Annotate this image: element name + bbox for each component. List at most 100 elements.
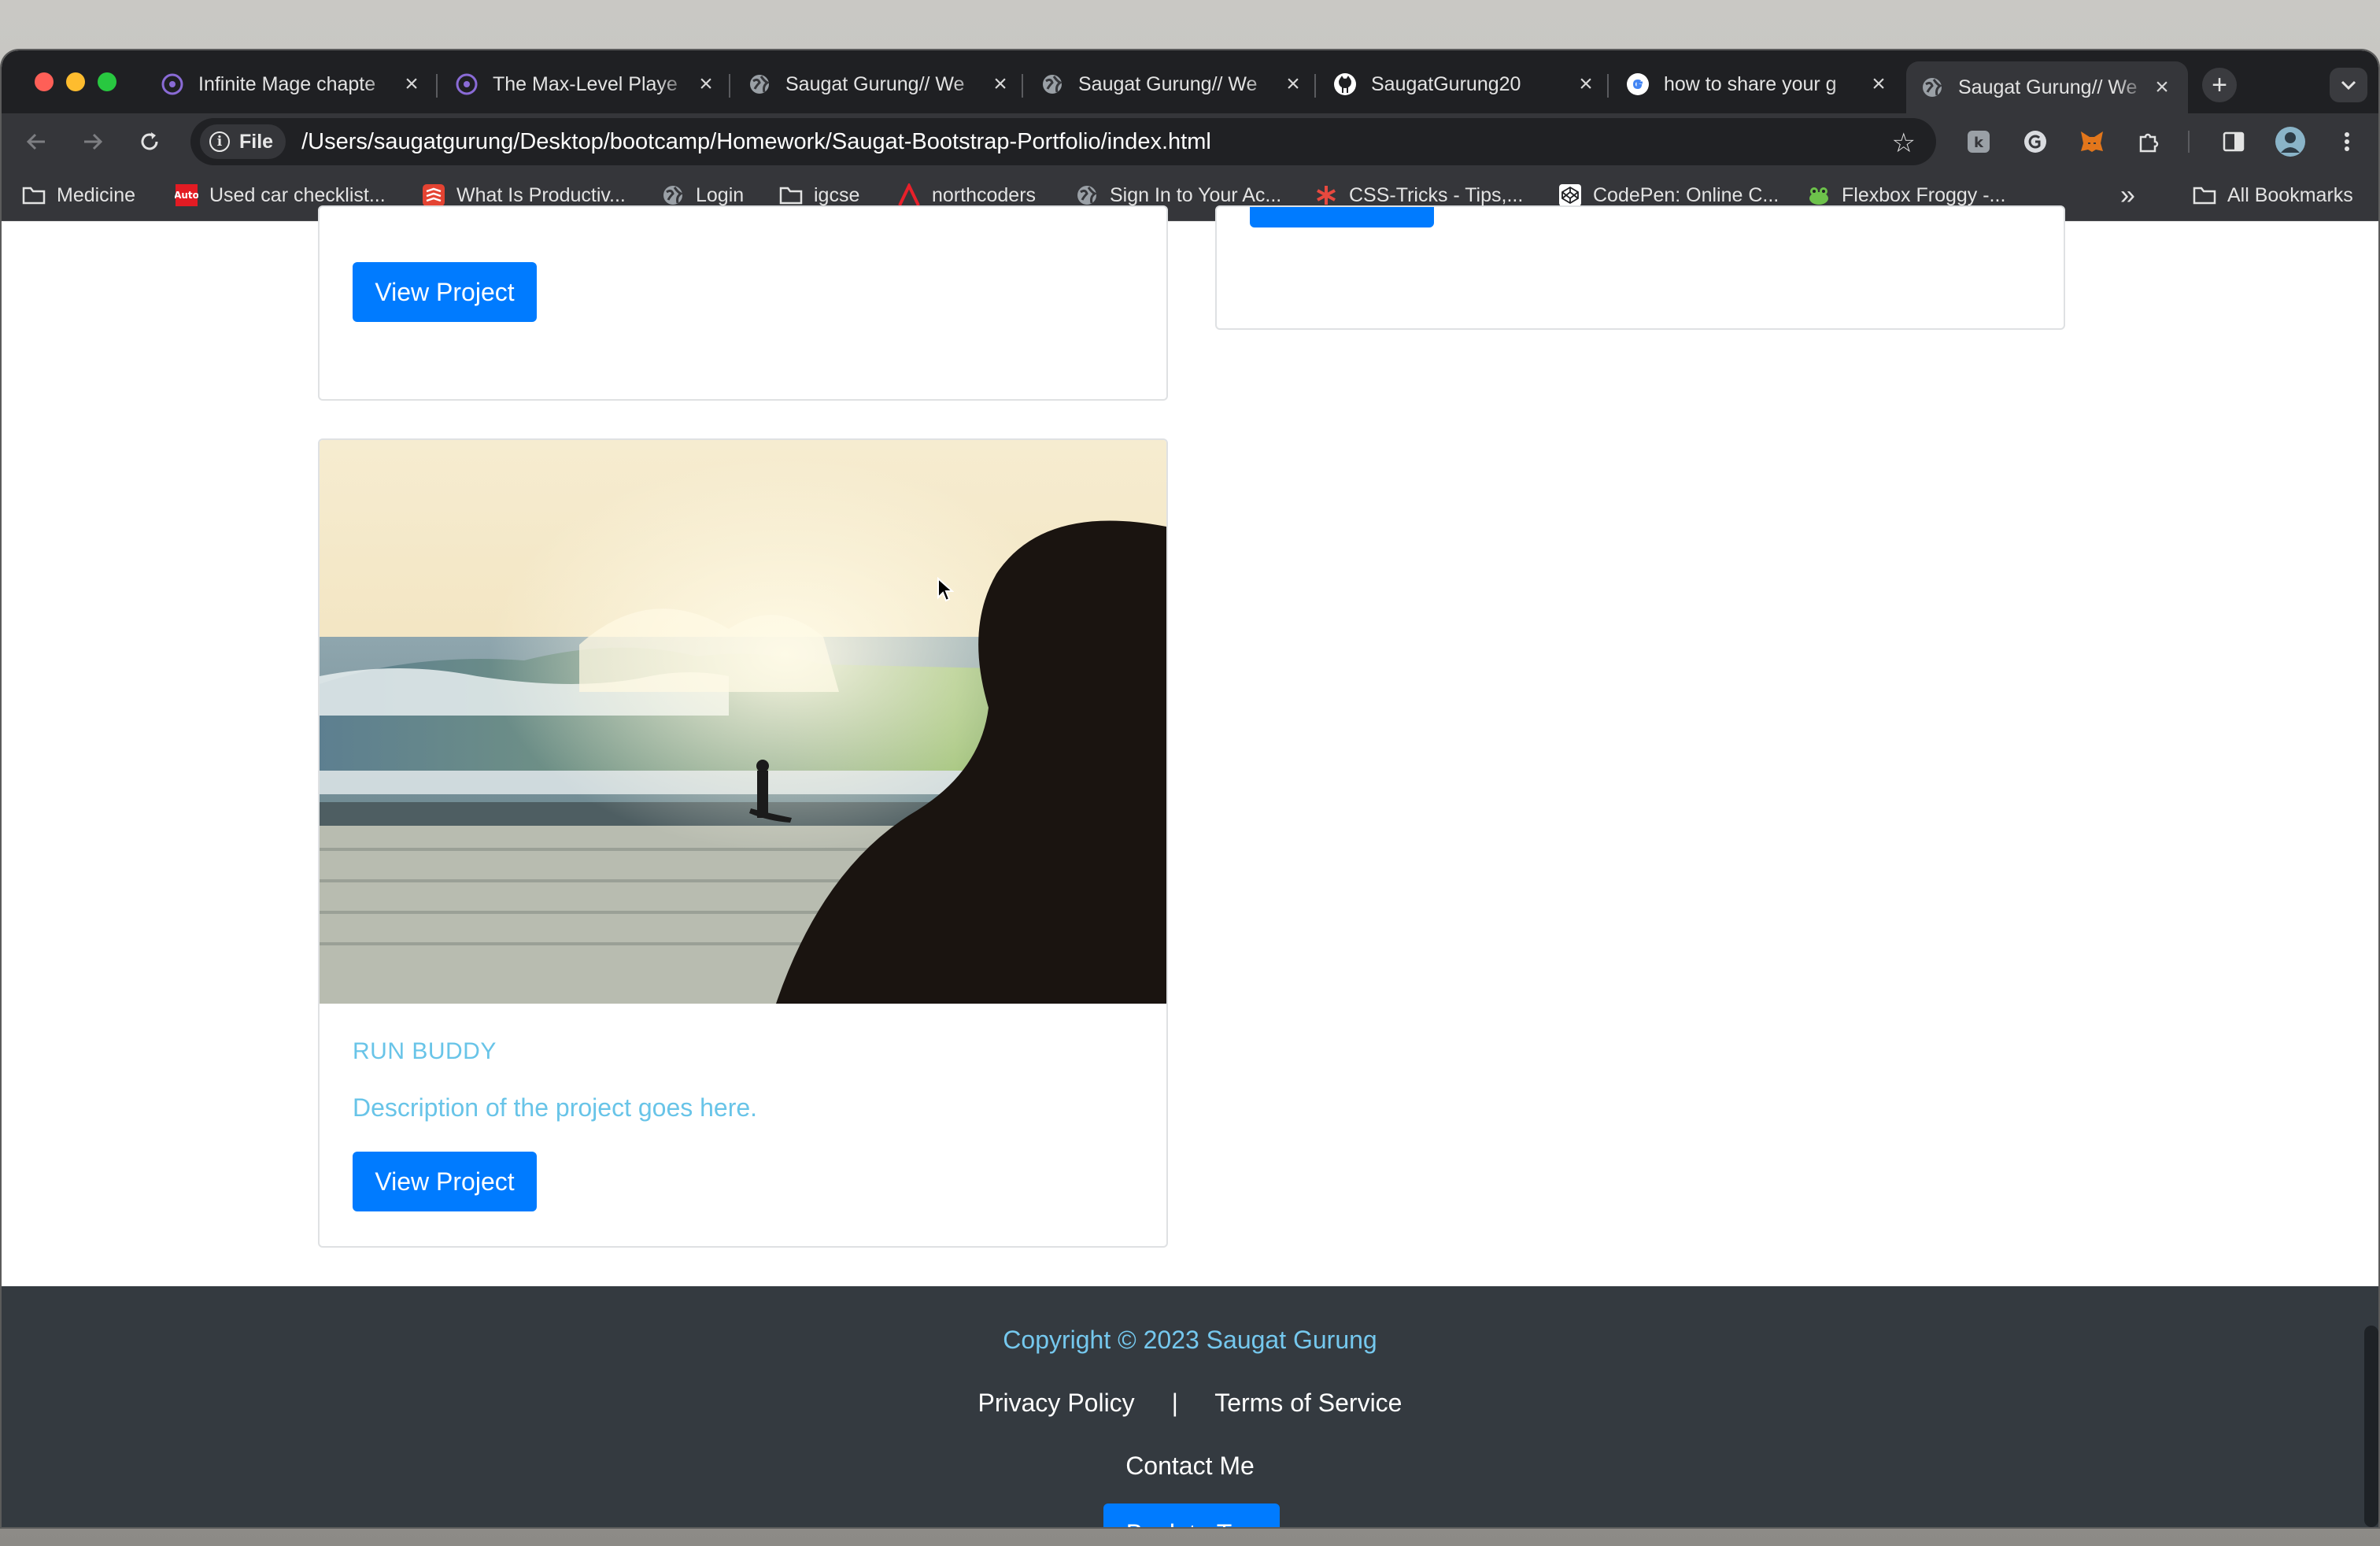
tab-title: SaugatGurung20: [1371, 72, 1521, 95]
bookmark-label: Flexbox Froggy -...: [1842, 183, 2006, 206]
web-page: View Project RUN BUDDY Description of th…: [2, 205, 2378, 1527]
tab-title: Infinite Mage chapte: [198, 72, 376, 95]
tab-divider: [436, 74, 438, 98]
github-icon: [1333, 72, 1357, 96]
browser-toolbar: i File /Users/saugatgurung/Desktop/bootc…: [2, 113, 2378, 170]
close-tab-icon[interactable]: ×: [989, 71, 1012, 98]
tab-saugat-2[interactable]: Saugat Gurung// We ×: [1026, 61, 1319, 107]
google-icon: [1626, 72, 1650, 96]
minimize-window-button[interactable]: [66, 72, 85, 91]
tab-google-search[interactable]: how to share your g ×: [1612, 61, 1905, 107]
tab-title: how to share your g: [1664, 72, 1837, 95]
close-tab-icon[interactable]: ×: [400, 71, 423, 98]
view-project-button-partial[interactable]: [1250, 207, 1434, 227]
bookmark-label: northcoders: [932, 183, 1037, 206]
tab-infinite-mage[interactable]: Infinite Mage chapte ×: [146, 61, 438, 107]
double-chevron-icon: »: [2120, 179, 2135, 210]
tab-divider: [1022, 74, 1023, 98]
contact-me-link[interactable]: Contact Me: [2, 1452, 2378, 1481]
codepen-icon: [1558, 183, 1582, 207]
info-icon: i: [209, 131, 230, 152]
extension-metamask-icon[interactable]: [2076, 126, 2108, 157]
terms-of-service-link[interactable]: Terms of Service: [1214, 1389, 1402, 1417]
tab-saugat-active[interactable]: Saugat Gurung// We ×: [1906, 61, 2188, 113]
bookmark-star-icon[interactable]: ☆: [1892, 128, 1916, 159]
project-card-previous: View Project: [318, 205, 1168, 401]
tab-max-level-player[interactable]: The Max-Level Playe ×: [441, 61, 732, 107]
back-to-top-button[interactable]: Back to Top: [1103, 1503, 1280, 1527]
csstricks-icon: [1314, 183, 1338, 207]
globe-icon: [1920, 76, 1944, 99]
all-bookmarks-button[interactable]: All Bookmarks: [2193, 181, 2353, 209]
frog-icon: [1807, 183, 1831, 207]
project-title: RUN BUDDY: [353, 1038, 497, 1064]
autoexpress-icon: Auto: [175, 183, 198, 207]
close-tab-icon[interactable]: ×: [694, 71, 718, 98]
globe-icon: [1040, 72, 1064, 96]
globe-icon: [748, 72, 771, 96]
browser-window: Infinite Mage chapte × The Max-Level Pla…: [2, 50, 2378, 1527]
all-bookmarks-label: All Bookmarks: [2227, 183, 2353, 206]
address-bar[interactable]: i File /Users/saugatgurung/Desktop/bootc…: [190, 118, 1936, 165]
side-panel-icon[interactable]: [2218, 126, 2249, 157]
bookmark-label: Used car checklist...: [209, 183, 386, 206]
close-tab-icon[interactable]: ×: [1281, 71, 1305, 98]
tab-github[interactable]: SaugatGurung20 ×: [1319, 61, 1612, 107]
forward-button[interactable]: [79, 128, 107, 156]
close-tab-icon[interactable]: ×: [2150, 74, 2174, 101]
url-text[interactable]: /Users/saugatgurung/Desktop/bootcamp/Hom…: [301, 129, 1211, 155]
bookmark-medicine[interactable]: Medicine: [22, 181, 135, 209]
bookmark-label: CodePen: Online C...: [1593, 183, 1779, 206]
maximize-window-button[interactable]: [98, 72, 116, 91]
tab-divider: [1314, 74, 1316, 98]
reload-button[interactable]: [135, 128, 164, 156]
folder-icon: [22, 183, 46, 207]
bookmark-label: Sign In to Your Ac...: [1110, 183, 1282, 206]
plus-icon: +: [2212, 69, 2227, 100]
browser-menu-icon[interactable]: [2331, 126, 2363, 157]
page-scrollbar[interactable]: [2364, 1326, 2378, 1527]
profile-avatar[interactable]: [2275, 126, 2306, 157]
close-window-button[interactable]: [35, 72, 54, 91]
close-tab-icon[interactable]: ×: [1574, 71, 1598, 98]
folder-icon: [779, 183, 803, 207]
privacy-policy-link[interactable]: Privacy Policy: [978, 1389, 1135, 1417]
page-footer: Copyright © 2023 Saugat Gurung Privacy P…: [2, 1286, 2378, 1527]
bookmark-label: igcse: [814, 183, 860, 206]
view-project-button[interactable]: View Project: [353, 262, 537, 322]
tab-title: Saugat Gurung// We: [1958, 76, 2138, 98]
button-label: View Project: [375, 277, 515, 306]
tab-divider: [729, 74, 730, 98]
svg-text:k: k: [1974, 135, 1984, 151]
tab-title: Saugat Gurung// We: [1078, 72, 1258, 95]
bookmark-label: Login: [696, 183, 745, 206]
project-description: Description of the project goes here.: [353, 1093, 758, 1122]
tab-title: Saugat Gurung// We: [785, 72, 965, 95]
back-button[interactable]: [22, 128, 50, 156]
folder-icon: [2193, 183, 2216, 207]
mage-site-icon: [455, 72, 479, 96]
bookmark-label: CSS-Tricks - Tips,...: [1349, 183, 1524, 206]
globe-icon: [1075, 183, 1099, 207]
copyright-text: Copyright © 2023 Saugat Gurung: [1003, 1326, 1377, 1354]
project-image: [320, 440, 1166, 1004]
tab-search-button[interactable]: [2330, 68, 2367, 102]
tab-saugat-1[interactable]: Saugat Gurung// We ×: [734, 61, 1026, 107]
extension-grammarly-icon[interactable]: [2020, 126, 2051, 157]
globe-icon: [661, 183, 685, 207]
project-card-previous-right: [1215, 205, 2065, 330]
arrow-right-icon: [84, 133, 103, 150]
bookmarks-overflow-button[interactable]: »: [2120, 179, 2135, 210]
extensions-puzzle-icon[interactable]: [2133, 126, 2164, 157]
new-tab-button[interactable]: +: [2202, 68, 2237, 102]
extension-kami-icon[interactable]: k: [1963, 126, 1994, 157]
todoist-icon: [422, 183, 445, 207]
close-tab-icon[interactable]: ×: [1867, 71, 1890, 98]
site-info-chip[interactable]: i File: [200, 124, 286, 159]
view-project-button[interactable]: View Project: [353, 1152, 537, 1211]
mouse-cursor-icon: [937, 577, 954, 602]
chevron-down-icon: [2341, 80, 2356, 91]
tab-divider: [1607, 74, 1609, 98]
bookmark-label: What Is Productiv...: [456, 183, 626, 206]
tab-strip: Infinite Mage chapte × The Max-Level Pla…: [2, 50, 2378, 113]
